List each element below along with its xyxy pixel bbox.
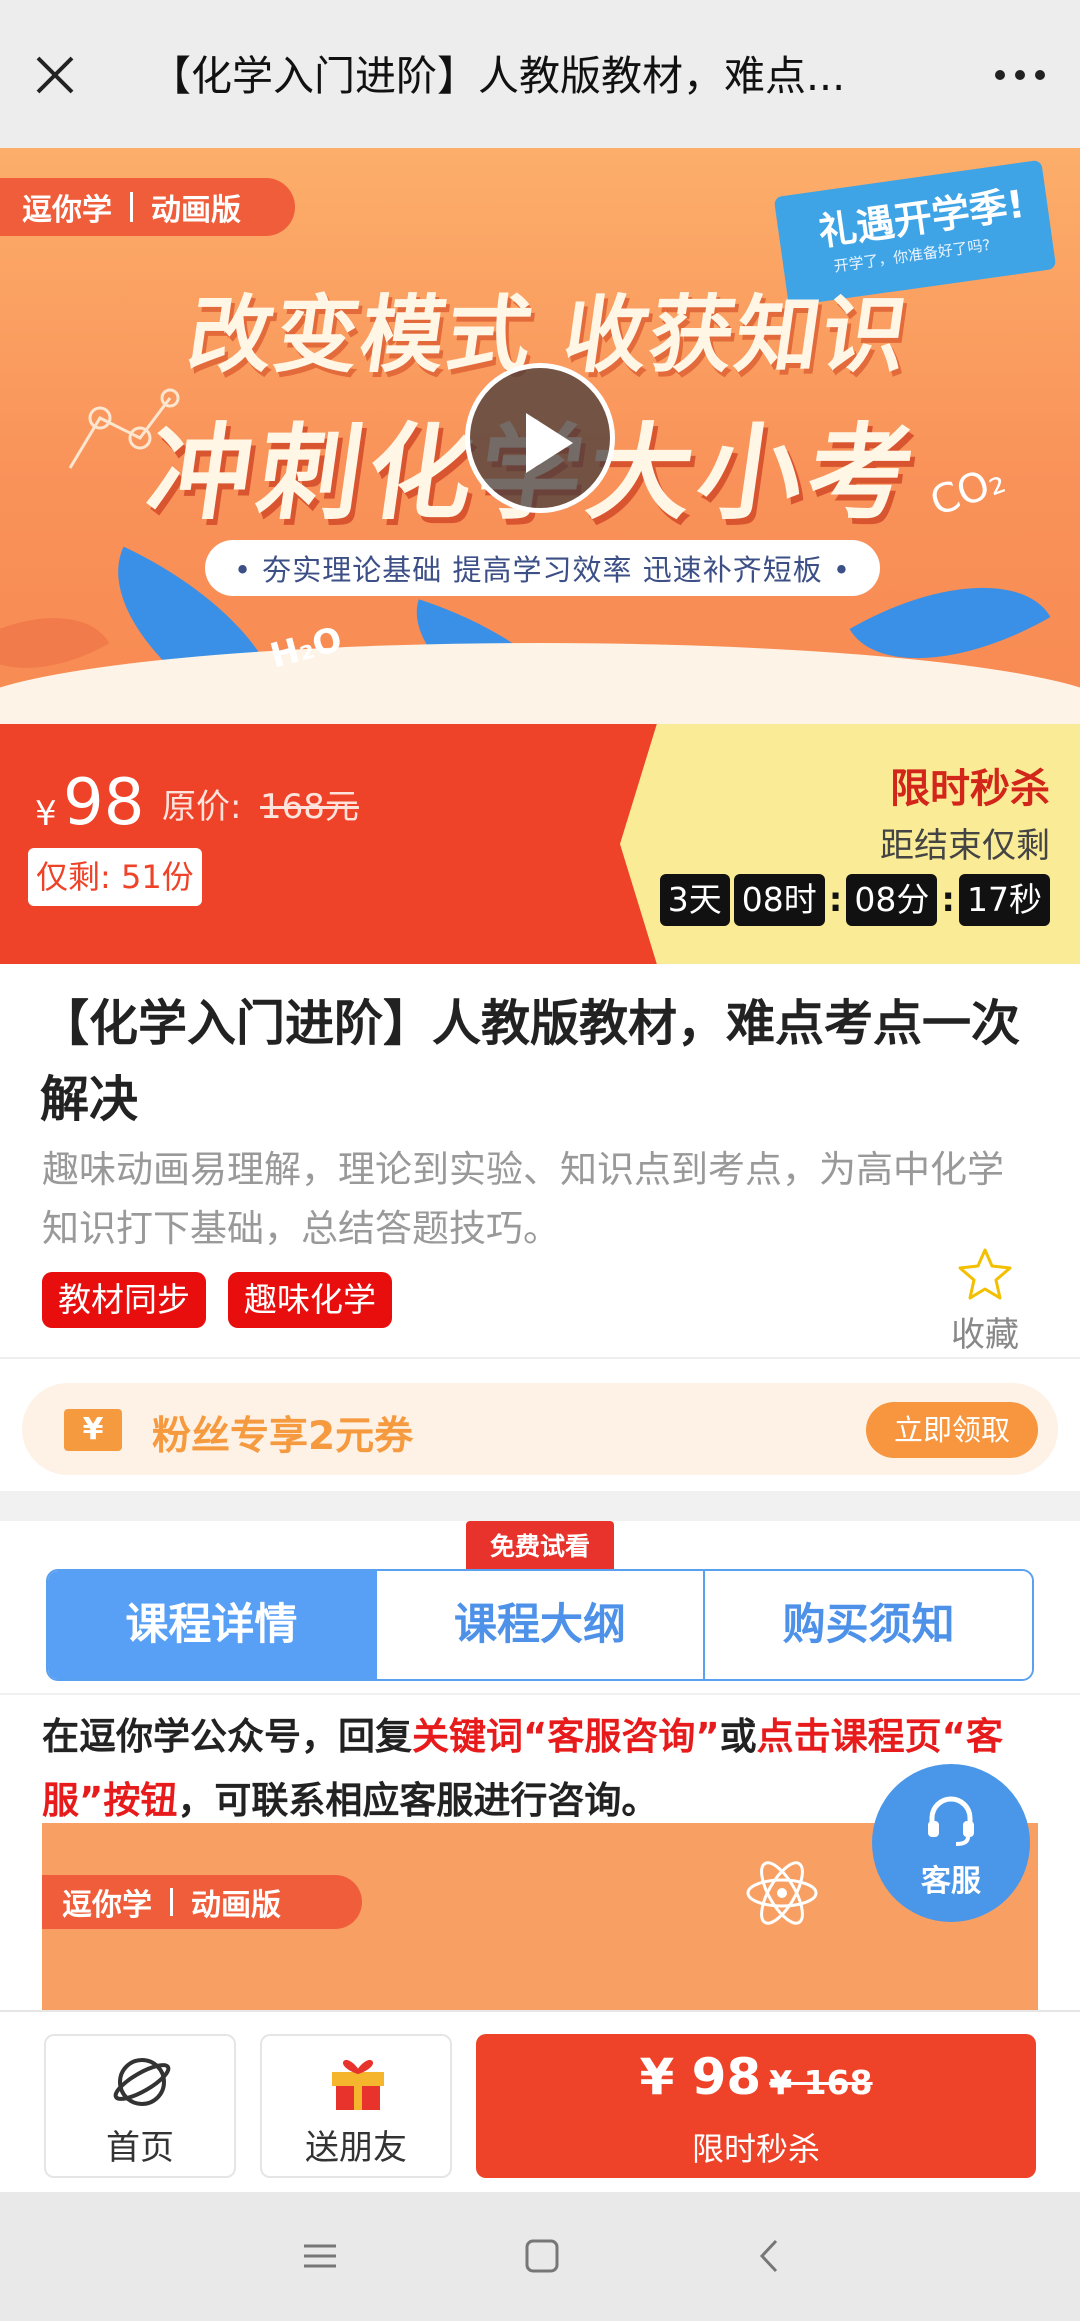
claim-coupon-button[interactable]: 立即领取 (866, 1402, 1038, 1458)
course-title: 【化学入门进阶】人教版教材，难点考点一次解决 (40, 995, 1021, 1128)
course-info: 【化学入门进阶】人教版教材，难点考点一次解决 趣味动画易理解，理论到实验、知识点… (0, 964, 1080, 1359)
gift-label: 送朋友 (305, 2128, 407, 2168)
tabs-section: 免费试看 课程详情 课程大纲 购买须知 (0, 1521, 1080, 1695)
headset-icon (928, 1796, 974, 1846)
original-price: 168元 (260, 787, 359, 827)
course-description: 趣味动画易理解，理论到实验、知识点到考点，为高中化学知识打下基础，总结答题技巧。 (42, 1148, 1004, 1250)
favorite-label: 收藏 (951, 1315, 1019, 1355)
detail-highlight: 关键词“客服咨询” (412, 1715, 720, 1758)
tab-purchase-notes[interactable]: 购买须知 (703, 1571, 1032, 1679)
free-trial-badge: 免费试看 (466, 1521, 614, 1587)
brand-pill: 逗你学 动画版 (0, 178, 295, 236)
buy-label: 限时秒杀 (691, 2130, 820, 2168)
countdown-timer: 3天 08时 : 08分 : 17秒 (659, 874, 1050, 926)
course-tags: 教材同步 趣味化学 (42, 1272, 392, 1328)
ends-in-label: 距结束仅剩 (880, 826, 1050, 866)
countdown-days: 3天 (659, 874, 730, 926)
coupon-card[interactable]: ¥ 粉丝专享2元券 立即领取 (22, 1383, 1058, 1475)
coupon-icon: ¥ (64, 1409, 122, 1451)
detail-text: ，可联系相应客服进行咨询。 (177, 1779, 659, 1822)
countdown-minutes: 08分 (846, 874, 938, 926)
detail-text: 在逗你学公众号，回复 (42, 1715, 412, 1758)
home-button[interactable]: 首页 (44, 2034, 236, 2178)
banner-tagline: • 夯实理论基础 提高学习效率 迅速补齐短板 • (205, 540, 880, 596)
planet-icon (113, 2058, 171, 2106)
price-bar: ¥ 98 原价: 168元 仅剩: 51份 限时秒杀 距结束仅剩 3天 08时 … (0, 724, 1080, 964)
detail-text: 或 (719, 1715, 757, 1758)
buy-now-button[interactable]: ¥ 98 ¥ 168 限时秒杀 (476, 2034, 1036, 2178)
original-price-label: 原价: (162, 787, 242, 827)
buy-price-row: ¥ 98 ¥ 168 (476, 2048, 1036, 2106)
coupon-section: ¥ 粉丝专享2元券 立即领取 (0, 1361, 1080, 1491)
system-nav-bar (0, 2192, 1080, 2321)
customer-service-label: 客服 (921, 1864, 981, 1899)
tag-item[interactable]: 趣味化学 (228, 1272, 392, 1328)
formula-co2: CO₂ (924, 456, 1012, 526)
back-icon[interactable] (750, 2236, 790, 2276)
close-icon[interactable] (30, 50, 80, 100)
menu-icon[interactable] (300, 2236, 340, 2276)
tab-course-details[interactable]: 课程详情 (48, 1571, 375, 1679)
stock-remaining: 仅剩: 51份 (28, 848, 202, 906)
page-title: 【化学入门进阶】人教版教材，难点... (150, 52, 846, 100)
top-bar: 【化学入门进阶】人教版教材，难点... (0, 0, 1080, 148)
buy-original-price: ¥ 168 (769, 2063, 873, 2102)
flash-sale-panel: 限时秒杀 距结束仅剩 3天 08时 : 08分 : 17秒 (620, 724, 1080, 964)
section-divider (0, 1491, 1080, 1521)
star-icon (958, 1248, 1012, 1300)
tab-bar: 课程详情 课程大纲 购买须知 (46, 1569, 1034, 1681)
page: 【化学入门进阶】人教版教材，难点... 逗你学 动画版 礼遇开学季! 开学了，你… (0, 0, 1080, 2321)
customer-service-button[interactable]: 客服 (872, 1764, 1030, 1922)
play-icon (526, 413, 573, 473)
atom-icon (746, 1861, 818, 1925)
flash-sale-label: 限时秒杀 (890, 766, 1050, 812)
gift-friend-button[interactable]: 送朋友 (260, 2034, 452, 2178)
current-price: 98 (63, 766, 145, 840)
course-banner[interactable]: 逗你学 动画版 礼遇开学季! 开学了，你准备好了吗? 改变模式 收获知识 冲刺化… (0, 148, 1080, 724)
currency-symbol: ¥ (35, 794, 57, 834)
home-label: 首页 (106, 2128, 174, 2168)
brand-name: 逗你学 (62, 1888, 152, 1923)
brand-edition: 动画版 (191, 1888, 281, 1923)
gift-icon (332, 2060, 384, 2110)
brand-pill: 逗你学 动画版 (42, 1875, 362, 1929)
coupon-text: 粉丝专享2元券 (152, 1414, 414, 1459)
countdown-hours: 08时 (733, 874, 825, 926)
countdown-seconds: 17秒 (959, 874, 1050, 926)
tag-item[interactable]: 教材同步 (42, 1272, 206, 1328)
bottom-action-bar: 首页 送朋友 ¥ 98 ¥ 168 限时秒杀 (0, 2010, 1080, 2190)
favorite-button[interactable]: 收藏 (940, 1247, 1030, 1356)
play-button[interactable] (465, 363, 615, 513)
home-square-icon[interactable] (522, 2236, 562, 2276)
brand-edition: 动画版 (151, 193, 241, 228)
more-icon[interactable] (990, 60, 1050, 90)
brand-name: 逗你学 (22, 193, 112, 228)
tab-course-outline[interactable]: 课程大纲 (374, 1571, 704, 1679)
price-panel: ¥ 98 原价: 168元 仅剩: 51份 (0, 724, 670, 964)
buy-price: ¥ 98 (639, 2048, 762, 2106)
